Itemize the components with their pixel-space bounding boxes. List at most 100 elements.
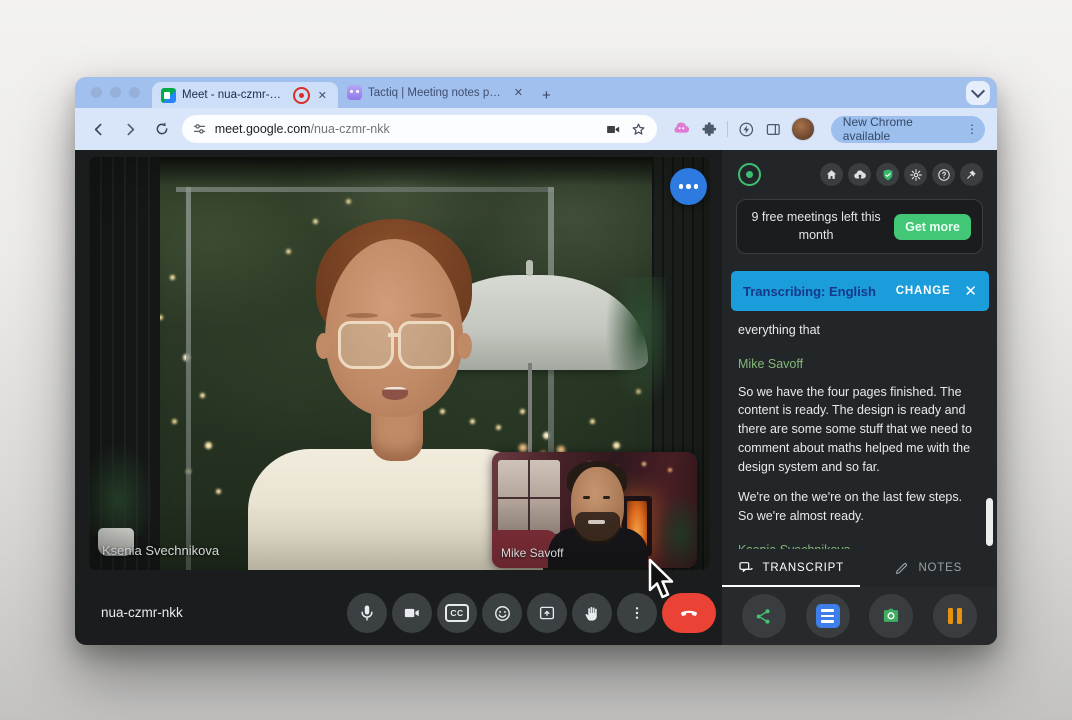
- tab-strip: Meet - nua-czmr-nkk ✕ Tactiq | Meeting n…: [75, 77, 997, 108]
- tab-transcript[interactable]: TRANSCRIPT: [722, 549, 860, 587]
- close-tab-icon[interactable]: ✕: [512, 86, 525, 99]
- url-bar[interactable]: meet.google.com/nua-czmr-nkk: [182, 115, 657, 143]
- participant-ear: [457, 333, 472, 359]
- back-button[interactable]: [87, 117, 111, 141]
- extension-badge-icon[interactable]: [738, 121, 755, 138]
- chat-bubbles-icon: [738, 560, 754, 576]
- participant-mouth: [382, 387, 408, 400]
- window-controls: [75, 77, 152, 108]
- participant-ear: [316, 333, 331, 359]
- tab-label: NOTES: [918, 562, 962, 574]
- pip-string-lights: [492, 452, 496, 456]
- close-window-button[interactable]: [91, 87, 102, 98]
- pip-video-tile[interactable]: Mike Savoff: [492, 452, 697, 568]
- bookmark-star-icon[interactable]: [630, 121, 647, 138]
- meet-favicon-icon: [161, 88, 176, 103]
- glass-frame: [186, 187, 191, 570]
- participant-brow: [410, 313, 442, 318]
- settings-gear-button[interactable]: [904, 163, 927, 186]
- participant-brow: [346, 313, 378, 318]
- participant-name-label: Ksenia Svechnikova: [102, 543, 219, 558]
- document-icon: [816, 604, 840, 628]
- transcript-text: So we have the four pages finished. The …: [738, 383, 977, 477]
- desktop: { "browser": { "tabs": [ {"title": "Meet…: [0, 0, 1072, 720]
- extensions-puzzle-icon[interactable]: [701, 121, 718, 138]
- close-tab-icon[interactable]: ✕: [316, 89, 329, 102]
- minimize-window-button[interactable]: [110, 87, 121, 98]
- get-more-button[interactable]: Get more: [894, 214, 971, 240]
- transcript-speaker: Mike Savoff: [738, 355, 977, 374]
- reactions-button[interactable]: [482, 593, 522, 633]
- main-video-tile[interactable]: Ksenia Svechnikova Mike Savoff: [88, 157, 710, 570]
- sidebar-tabs: TRANSCRIPT NOTES: [722, 549, 997, 587]
- profile-avatar[interactable]: [791, 117, 814, 141]
- help-button[interactable]: [932, 163, 955, 186]
- tactiq-extension-icon[interactable]: [673, 121, 691, 137]
- umbrella-finial: [526, 260, 533, 276]
- tab-search-button[interactable]: [966, 81, 990, 105]
- tactiq-sidebar: 9 free meetings left this month Get more…: [722, 150, 997, 645]
- cloud-upload-button[interactable]: [848, 163, 871, 186]
- change-language-button[interactable]: CHANGE: [896, 285, 951, 297]
- end-call-button[interactable]: [662, 593, 716, 633]
- divider: [727, 121, 728, 137]
- pause-transcription-button[interactable]: [933, 594, 977, 638]
- zoom-window-button[interactable]: [129, 87, 140, 98]
- browser-menu-icon[interactable]: ⋮: [966, 122, 978, 136]
- sidebar-action-bar: [722, 587, 997, 645]
- banner-message: 9 free meetings left this month: [748, 209, 884, 244]
- transcript-list: everything thatMike SavoffSo we have the…: [722, 311, 997, 549]
- cc-icon: CC: [445, 604, 468, 622]
- meet-stage: Ksenia Svechnikova Mike Savoff: [75, 150, 722, 645]
- window-scene: [498, 460, 560, 534]
- tab-tactiq[interactable]: Tactiq | Meeting notes powe ✕: [338, 77, 534, 108]
- chrome-update-label: New Chrome available: [843, 115, 960, 143]
- more-options-button[interactable]: [617, 593, 657, 633]
- pencil-icon: [894, 561, 909, 576]
- present-screen-button[interactable]: [527, 593, 567, 633]
- new-tab-button[interactable]: +: [534, 87, 559, 108]
- pip-participant-eye: [603, 496, 610, 499]
- site-settings-icon[interactable]: [192, 122, 207, 137]
- raise-hand-button[interactable]: [572, 593, 612, 633]
- scrollbar-thumb[interactable]: [986, 498, 993, 546]
- reload-button[interactable]: [150, 117, 174, 141]
- meet-control-bar: nua-czmr-nkk CC: [75, 581, 722, 645]
- tab-title: Meet - nua-czmr-nkk: [182, 89, 287, 101]
- plant: [606, 277, 666, 407]
- free-meetings-banner: 9 free meetings left this month Get more: [736, 199, 983, 254]
- close-icon[interactable]: ✕: [964, 284, 977, 299]
- camera-in-use-icon[interactable]: [605, 121, 622, 138]
- tab-meet[interactable]: Meet - nua-czmr-nkk ✕: [152, 82, 338, 108]
- pip-participant-eye: [583, 496, 590, 499]
- mic-button[interactable]: [347, 593, 387, 633]
- tactiq-favicon-icon: [347, 85, 362, 100]
- pip-name-label: Mike Savoff: [501, 546, 563, 560]
- captions-button[interactable]: CC: [437, 593, 477, 633]
- forward-button[interactable]: [119, 117, 143, 141]
- transcript-speaker: Ksenia Svechnikova: [738, 541, 977, 549]
- transcribing-bar: Transcribing: English CHANGE ✕: [731, 271, 989, 311]
- tab-label: TRANSCRIPT: [763, 562, 844, 574]
- pip-participant-mouth: [588, 520, 605, 524]
- pin-button[interactable]: [960, 163, 983, 186]
- floating-chat-button[interactable]: [670, 168, 707, 205]
- url-text: meet.google.com/nua-czmr-nkk: [215, 122, 597, 136]
- home-button[interactable]: [820, 163, 843, 186]
- tactiq-logo-icon: [738, 163, 761, 186]
- export-doc-button[interactable]: [806, 594, 850, 638]
- camera-button[interactable]: [392, 593, 432, 633]
- screenshot-button[interactable]: [869, 594, 913, 638]
- umbrella-pole: [528, 363, 532, 455]
- tab-notes[interactable]: NOTES: [860, 549, 998, 587]
- browser-window: Meet - nua-czmr-nkk ✕ Tactiq | Meeting n…: [75, 77, 997, 645]
- side-panel-icon[interactable]: [765, 121, 782, 138]
- share-button[interactable]: [742, 594, 786, 638]
- pip-participant-beard: [575, 512, 620, 544]
- page-content: Ksenia Svechnikova Mike Savoff: [75, 150, 997, 645]
- transcript-text: We're on the we're on the last few steps…: [738, 488, 977, 526]
- transcribing-label: Transcribing: English: [743, 284, 896, 299]
- chrome-update-button[interactable]: New Chrome available ⋮: [831, 116, 985, 143]
- shield-check-icon[interactable]: [876, 163, 899, 186]
- plant: [88, 446, 152, 536]
